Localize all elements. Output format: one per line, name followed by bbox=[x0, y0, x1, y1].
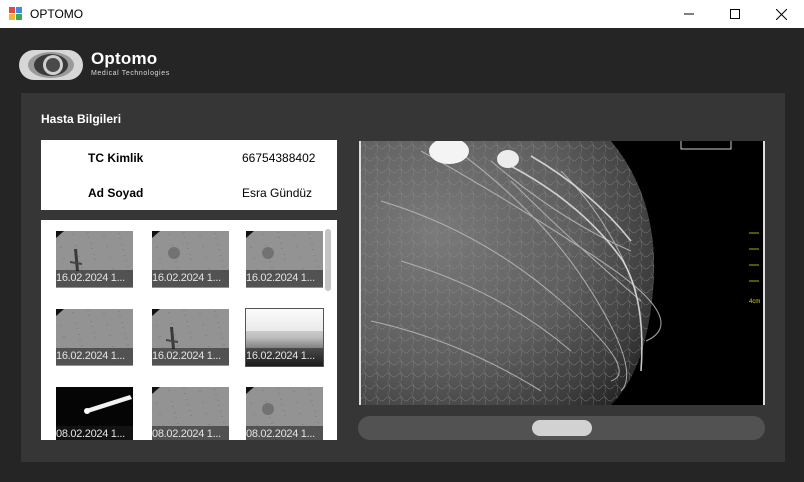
brand-name: Optomo bbox=[91, 49, 158, 68]
tc-kimlik-value: 66754388402 bbox=[242, 151, 316, 165]
thumbnail-item[interactable]: 16.02.2024 1... bbox=[56, 309, 133, 366]
section-title: Hasta Bilgileri bbox=[41, 112, 122, 126]
ad-soyad-label: Ad Soyad bbox=[88, 186, 144, 200]
maximize-button[interactable] bbox=[712, 0, 758, 28]
app-header: Optomo Medical Technologies bbox=[0, 28, 804, 93]
mammogram-image bbox=[361, 141, 763, 405]
thumbnail-item[interactable]: 08.02.2024 1... bbox=[246, 387, 323, 440]
title-bar: OPTOMO bbox=[0, 0, 804, 28]
thumbnail-date: 08.02.2024 1... bbox=[152, 426, 229, 440]
thumbnail-item[interactable]: 16.02.2024 1... bbox=[152, 309, 229, 366]
mammogram-viewer[interactable]: 4cm bbox=[359, 141, 765, 405]
close-button[interactable] bbox=[758, 0, 804, 28]
thumbnail-item[interactable]: 08.02.2024 1... bbox=[152, 387, 229, 440]
thumbnail-list[interactable]: 16.02.2024 1... 16.02.2024 1... 16.02.2024… bbox=[41, 220, 337, 440]
thumbnail-scrollbar-thumb[interactable] bbox=[325, 229, 331, 291]
ad-soyad-row: Ad Soyad Esra Gündüz bbox=[41, 175, 337, 210]
thumbnail-item[interactable]: 16.02.2024 1... bbox=[152, 231, 229, 288]
scale-label: 4cm bbox=[749, 299, 761, 305]
ad-soyad-value: Esra Gündüz bbox=[242, 186, 313, 200]
thumbnail-date: 16.02.2024 1... bbox=[152, 348, 229, 365]
thumbnail-scrollbar[interactable] bbox=[324, 226, 332, 436]
thumbnail-date: 16.02.2024 1... bbox=[56, 270, 133, 287]
close-icon bbox=[775, 8, 787, 20]
optomo-logo-icon bbox=[19, 50, 83, 80]
thumbnail-date: 16.02.2024 1... bbox=[152, 270, 229, 287]
thumbnail-item[interactable]: 16.02.2024 1... bbox=[56, 231, 133, 288]
thumbnail-date: 08.02.2024 1... bbox=[246, 426, 323, 440]
patient-panel: Hasta Bilgileri TC Kimlik 66754388402 Ad… bbox=[21, 93, 785, 462]
thumbnail-date: 16.02.2024 1... bbox=[56, 348, 133, 365]
viewer-scrollbar-thumb[interactable] bbox=[532, 420, 592, 436]
patient-info-box: TC Kimlik 66754388402 Ad Soyad Esra Günd… bbox=[41, 140, 337, 210]
tc-kimlik-label: TC Kimlik bbox=[88, 151, 144, 165]
thumbnail-item[interactable]: 16.02.2024 1... bbox=[245, 308, 324, 367]
thumbnail-date: 08.02.2024 1... bbox=[56, 426, 133, 440]
maximize-icon bbox=[730, 9, 740, 19]
thumbnail-date: 16.02.2024 1... bbox=[246, 270, 323, 287]
brand-subtitle: Medical Technologies bbox=[91, 70, 170, 77]
window-title: OPTOMO bbox=[30, 7, 84, 21]
thumbnail-date: 16.02.2024 1... bbox=[246, 348, 323, 365]
app-icon bbox=[9, 7, 22, 20]
minimize-icon bbox=[684, 13, 694, 15]
viewer-scrollbar[interactable] bbox=[358, 416, 765, 440]
thumbnail-item[interactable]: 16.02.2024 1... bbox=[246, 231, 323, 288]
minimize-button[interactable] bbox=[666, 0, 712, 28]
tc-kimlik-row: TC Kimlik 66754388402 bbox=[41, 140, 337, 175]
thumbnail-item[interactable]: 08.02.2024 1... bbox=[56, 387, 133, 440]
